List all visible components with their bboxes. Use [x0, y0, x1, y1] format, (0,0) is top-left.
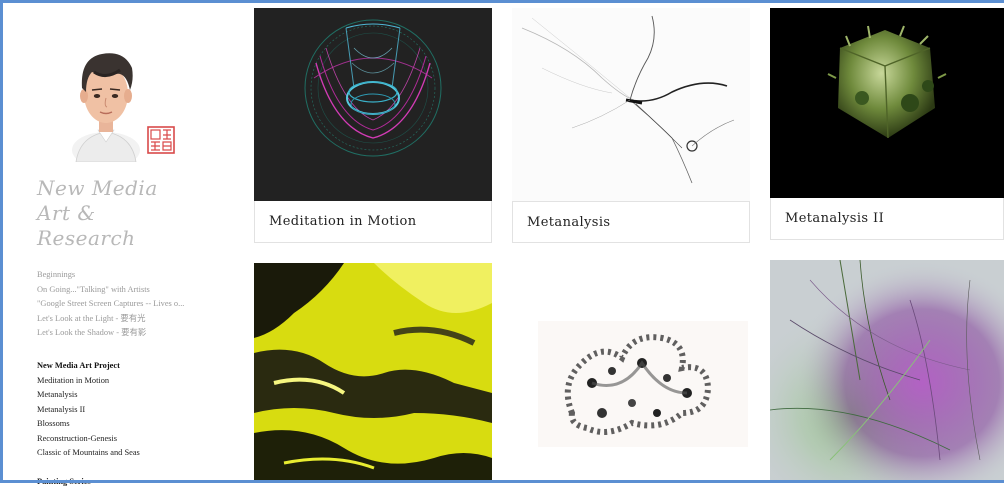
caption-text: Metanalysis II — [785, 211, 885, 226]
site-title-line: New Media — [37, 176, 158, 200]
sidebar: New Media Art & Research Beginnings On G… — [0, 0, 250, 486]
nav-painting-list: Painting Series — [37, 475, 237, 490]
artwork-metanalysis-ii[interactable] — [770, 8, 1004, 198]
artwork-image — [304, 19, 442, 157]
artwork-meditation-in-motion[interactable] — [254, 8, 492, 201]
nav-item-google-street[interactable]: "Google Street Screen Captures -- Lives … — [37, 297, 237, 312]
caption-text: Metanalysis — [527, 214, 611, 230]
nav-top-list: Beginnings On Going..."Talking" with Art… — [37, 268, 237, 341]
artist-seal-icon — [147, 126, 175, 154]
nav-item-look-shadow[interactable]: Let's Look the Shadow - 要有影 — [37, 326, 237, 341]
artwork-image — [827, 25, 947, 139]
nav-item-metanalysis[interactable]: Metanalysis — [37, 388, 237, 403]
site-title-line: Art & — [37, 201, 96, 225]
nav-project-list: New Media Art Project Meditation in Moti… — [37, 359, 237, 461]
caption-metanalysis-ii[interactable]: Metanalysis II — [770, 198, 1004, 240]
nav-heading-painting[interactable]: Painting Series — [37, 475, 237, 490]
artwork-image — [538, 321, 748, 447]
nav-item-metanalysis-ii[interactable]: Metanalysis II — [37, 403, 237, 418]
avatar — [72, 53, 140, 162]
caption-meditation-in-motion[interactable]: Meditation in Motion — [254, 201, 492, 243]
artwork-metanalysis[interactable] — [512, 8, 750, 201]
artwork-green-magenta-strands[interactable] — [770, 260, 1004, 483]
site-title[interactable]: New Media Art & Research — [37, 176, 237, 251]
artwork-image — [770, 260, 1004, 483]
nav-heading-project: New Media Art Project — [37, 361, 120, 370]
caption-text: Meditation in Motion — [269, 214, 417, 229]
nav-item-look-at-light[interactable]: Let's Look at the Light - 要有光 — [37, 312, 237, 327]
nav-item-meditation[interactable]: Meditation in Motion — [37, 374, 237, 389]
artwork-image — [521, 15, 735, 184]
nav-item-beginnings[interactable]: Beginnings — [37, 268, 237, 283]
nav-item-mountains-seas[interactable]: Classic of Mountains and Seas — [37, 446, 237, 461]
artwork-ink-blot[interactable] — [512, 263, 750, 483]
caption-metanalysis[interactable]: Metanalysis — [512, 201, 750, 243]
artwork-image — [254, 263, 492, 483]
nav-item-talking-with-artists[interactable]: On Going..."Talking" with Artists — [37, 283, 237, 298]
artwork-yellow-abstract[interactable] — [254, 263, 492, 483]
nav-item-blossoms[interactable]: Blossoms — [37, 417, 237, 432]
site-title-line: Research — [37, 226, 136, 250]
nav-item-reconstruction[interactable]: Reconstruction-Genesis — [37, 432, 237, 447]
